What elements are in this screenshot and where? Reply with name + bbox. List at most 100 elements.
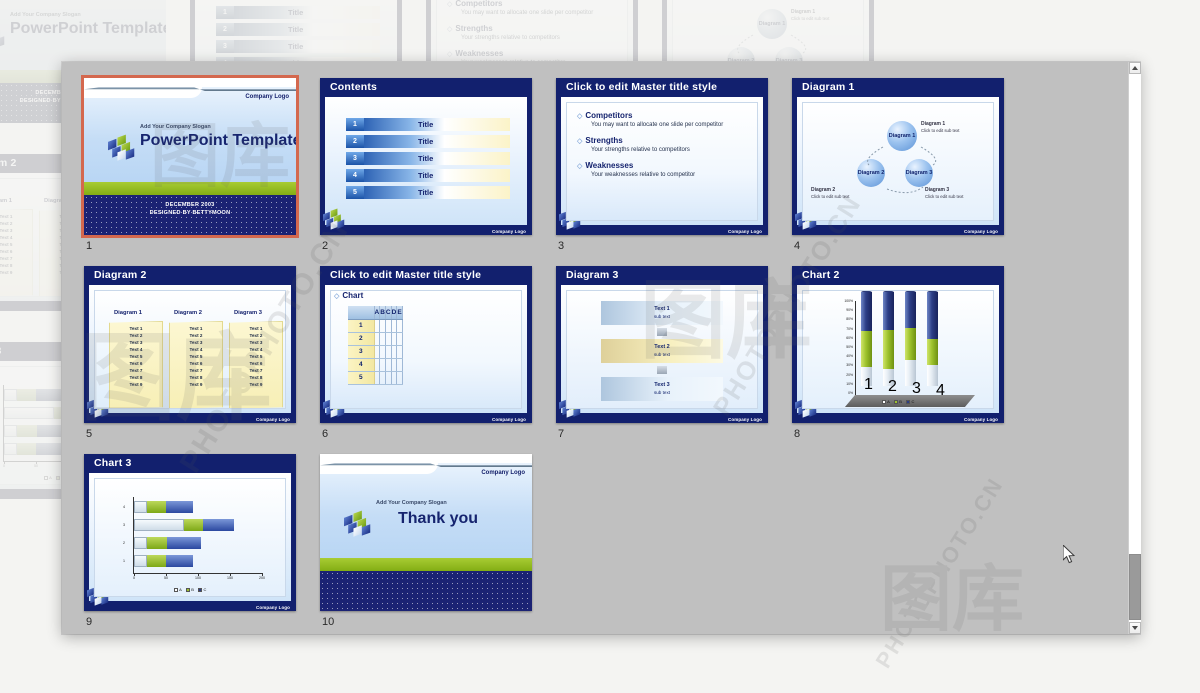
table-cell[interactable] bbox=[396, 371, 403, 385]
diagram2-column[interactable]: Text 1Text 2Text 3Text 4Text 5Text 6Text… bbox=[229, 321, 283, 408]
contents-row[interactable]: 1 Title bbox=[346, 118, 510, 131]
diagram2-item: Text 3 bbox=[0, 227, 13, 233]
slide-cell[interactable]: Click to edit Master title style Company … bbox=[314, 254, 550, 442]
diagram2-item: Text 1 bbox=[129, 326, 143, 331]
slide-number-label: 7 bbox=[558, 428, 565, 440]
folder-shape bbox=[0, 0, 166, 70]
contents-row[interactable]: 4 Title bbox=[346, 169, 510, 182]
company-logo-text: Company Logo bbox=[492, 229, 526, 234]
slide-cell[interactable]: Chart 3 Company Logo 1 2 3 4 0 50 100 150 200 A B C 9 bbox=[78, 442, 314, 630]
legend-label: A bbox=[887, 399, 890, 404]
diagram2-item: Text 6 bbox=[189, 360, 203, 366]
legend-swatch bbox=[173, 587, 178, 592]
contents-row[interactable]: 3 Title bbox=[346, 152, 510, 165]
slide-thumbnail[interactable]: Diagram 3Company LogoText 1sub textText … bbox=[556, 266, 768, 423]
chart-bar bbox=[134, 501, 193, 513]
scroll-up-button[interactable] bbox=[1129, 62, 1141, 74]
cube-w bbox=[117, 149, 126, 161]
vertical-scrollbar[interactable] bbox=[1128, 62, 1141, 634]
contents-row[interactable]: 1 Title bbox=[216, 6, 380, 19]
diagram3-band[interactable]: Text 2sub text bbox=[601, 339, 723, 363]
diagram2-column[interactable]: Text 1Text 2Text 3Text 4Text 5Text 6Text… bbox=[109, 321, 163, 408]
slide-cell[interactable]: Company Logo Add Your Company Slogan Power… bbox=[78, 66, 314, 254]
legend-label: C bbox=[911, 399, 915, 404]
slide-grid-viewport[interactable]: Company Logo Add Your Company Slogan Power… bbox=[62, 62, 1128, 634]
diagram2-item: Text 7 bbox=[189, 367, 203, 373]
y-axis-tick-label: 0% bbox=[848, 391, 853, 395]
table-row: 3 bbox=[348, 345, 403, 359]
diagram2-column[interactable]: Text 1Text 2Text 3Text 4Text 5Text 6Text… bbox=[0, 209, 33, 296]
slide-thumbnail[interactable]: Chart 3 Company Logo 1 2 3 4 0 50 100 150 200 A B C bbox=[84, 454, 296, 611]
slide-cell[interactable]: Contents Company Logo 1 Title 2 Title 3 Title 4 T… bbox=[314, 66, 550, 254]
slide-main-title: Thank you bbox=[398, 510, 479, 527]
table-cell[interactable] bbox=[396, 332, 403, 346]
table-cell[interactable] bbox=[396, 358, 403, 372]
diagram2-item: Text 4 bbox=[0, 234, 13, 240]
slide-number-label: 3 bbox=[558, 240, 565, 252]
scroll-down-button[interactable] bbox=[1129, 622, 1141, 634]
diagram2-item: Text 1 bbox=[189, 326, 203, 331]
slide-frame: Chart 3 Company Logo 1 2 3 4 0 50 100 150 200 A B C bbox=[84, 454, 296, 611]
slide-thumbnail[interactable]: Diagram 1 Company Logo Diagram 1Diagram 2D… bbox=[792, 78, 1004, 235]
caption-sub: Click to edit sub text bbox=[921, 127, 960, 133]
slide-thumbnail[interactable]: Contents Company Logo 1 Title 2 Title 3 Title 4 T… bbox=[320, 78, 532, 235]
scrollbar-track[interactable] bbox=[1129, 74, 1141, 622]
contents-row-number: 1 bbox=[216, 6, 234, 19]
diagram2-column[interactable]: Text 1Text 2Text 3Text 4Text 5Text 6Text… bbox=[169, 321, 223, 408]
slide-thumbnail[interactable]: Company Logo Add Your Company Slogan Thank… bbox=[320, 454, 532, 611]
diagram-caption: Diagram 1 Click to edit sub text bbox=[921, 121, 959, 133]
cube-w bbox=[802, 220, 810, 230]
slide-cell[interactable]: Diagram 2 Company Logo Text 1Text 2Text 3T… bbox=[78, 254, 314, 442]
table-cell[interactable] bbox=[396, 345, 403, 359]
y-axis-tick-label: 60% bbox=[846, 335, 853, 340]
caption-sub: Click to edit sub text bbox=[791, 15, 830, 21]
slide-thumbnail[interactable]: Click to edit Master title style Company … bbox=[320, 266, 532, 423]
table-row: 4 bbox=[348, 358, 403, 372]
bar-segment-a bbox=[134, 519, 184, 531]
band-heading: Text 2 bbox=[654, 344, 670, 351]
bar-segment-b bbox=[16, 389, 36, 401]
slide-thumbnail[interactable]: Diagram 2 Company Logo Text 1Text 2Text 3T… bbox=[84, 266, 296, 423]
contents-row[interactable]: 3 Title bbox=[216, 40, 380, 53]
scrollbar-thumb[interactable] bbox=[1129, 554, 1141, 620]
contents-row[interactable]: 5 Title bbox=[346, 186, 510, 199]
band-heading: Text 1 bbox=[654, 306, 670, 313]
diagram3-band[interactable]: Text 3sub text bbox=[601, 377, 723, 401]
slide-thumbnail[interactable]: Click to edit Master title style Company … bbox=[556, 78, 768, 235]
slide-thumbnail[interactable]: Company Logo Add Your Company Slogan Power… bbox=[81, 75, 299, 238]
diagram2-item: Text 6 bbox=[249, 360, 263, 366]
slide-cell[interactable]: Click to edit Master title style Company … bbox=[550, 66, 786, 254]
table-column-header bbox=[348, 306, 375, 320]
y-axis-line bbox=[855, 301, 856, 395]
slide-thumbnail[interactable]: Chart 2Company Logo100%90%80%70%60%50%40… bbox=[792, 266, 1004, 423]
down-arrow-icon bbox=[657, 366, 667, 374]
company-slogan-text: Add Your Company Slogan bbox=[10, 12, 81, 18]
contents-row-number: 2 bbox=[216, 23, 234, 36]
diagram2-item: Text 1 bbox=[0, 214, 13, 219]
contents-row[interactable]: 2 Title bbox=[346, 135, 510, 148]
chart-bar bbox=[134, 537, 201, 549]
slide-cell[interactable]: Diagram 3Company LogoText 1sub textText … bbox=[550, 254, 786, 442]
contents-row[interactable]: 2 Title bbox=[216, 23, 380, 36]
column-segment-c bbox=[861, 292, 872, 332]
slide-cell[interactable]: Company Logo Add Your Company Slogan Thank… bbox=[314, 442, 550, 630]
chevron-down-icon bbox=[1132, 626, 1138, 630]
diagram-circle[interactable]: Diagram 1 bbox=[757, 9, 787, 39]
bar-segment-c bbox=[35, 389, 63, 401]
company-logo-text: Company Logo bbox=[256, 417, 290, 422]
bar-segment-b bbox=[183, 519, 204, 531]
slide-cell[interactable]: Diagram 1 Company Logo Diagram 1Diagram 2D… bbox=[786, 66, 1022, 254]
company-slogan-text: Add Your Company Slogan bbox=[376, 500, 447, 506]
slide-cell[interactable]: Chart 2Company Logo100%90%80%70%60%50%40… bbox=[786, 254, 1022, 442]
company-logo-text: Company Logo bbox=[964, 229, 998, 234]
legend-label: C bbox=[203, 587, 207, 592]
diagram3-band[interactable]: Text 1sub text bbox=[601, 301, 723, 325]
diagram2-item: Text 3 bbox=[189, 339, 203, 345]
slide-title: Diagram 2 bbox=[94, 269, 147, 281]
navy-dotted-band bbox=[320, 571, 532, 611]
table-section-label: Chart bbox=[334, 291, 363, 300]
logo-cubes-icon bbox=[0, 22, 5, 48]
slide-number-label: 9 bbox=[86, 616, 93, 628]
table-cell[interactable] bbox=[396, 319, 403, 333]
cube-w bbox=[802, 408, 810, 418]
